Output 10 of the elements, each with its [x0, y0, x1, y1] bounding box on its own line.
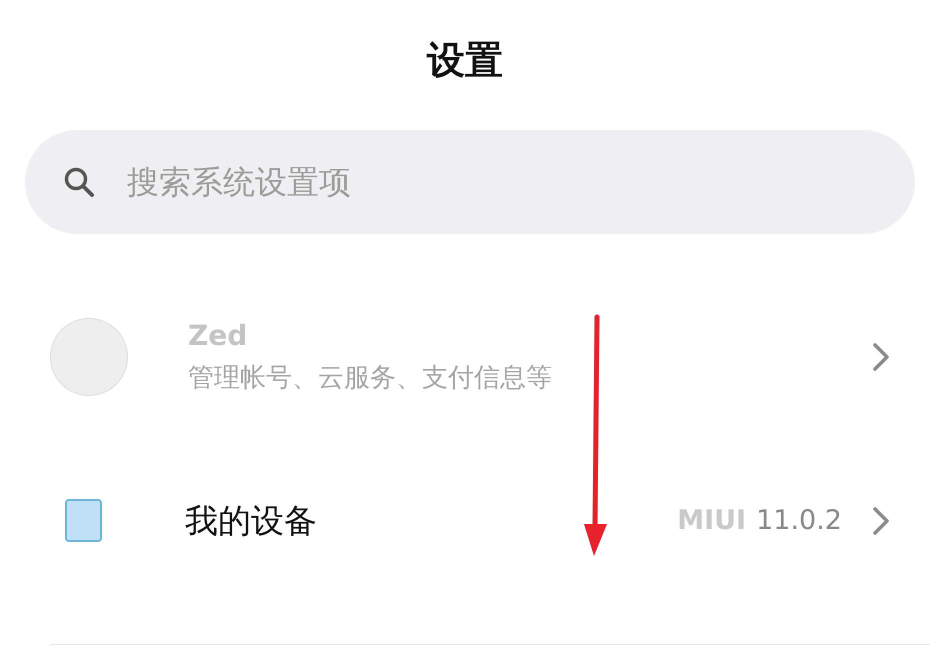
page-title: 设置 [426, 37, 504, 84]
device-icon [65, 499, 102, 542]
version-value: 11.0.2 [756, 504, 842, 538]
account-name: Zed [188, 318, 248, 354]
chevron-icon [872, 506, 890, 536]
search-icon [63, 166, 95, 198]
account-subtitle: 管理帐号、云服务、支付信息等 [188, 362, 553, 395]
chevron-icon [872, 342, 890, 372]
search-field[interactable]: 搜索系统设置项 [25, 130, 915, 234]
row-label: 我的设备 [185, 500, 318, 542]
